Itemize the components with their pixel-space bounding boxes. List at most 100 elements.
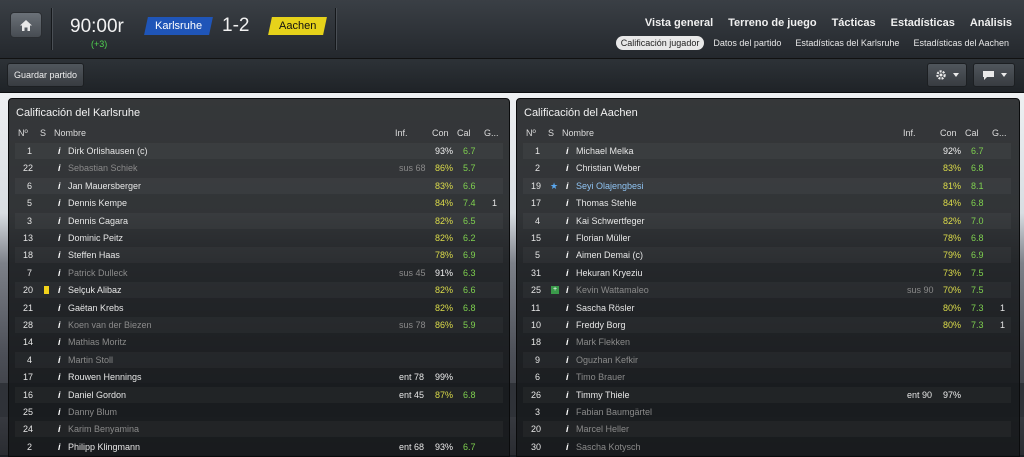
- player-row[interactable]: 2 i Christian Weber 83% 6.8: [523, 160, 1011, 176]
- player-name[interactable]: Dennis Kempe: [68, 195, 127, 211]
- player-name[interactable]: Marcel Heller: [576, 421, 629, 437]
- player-name[interactable]: Oguzhan Kefkir: [576, 352, 638, 368]
- player-name[interactable]: Thomas Stehle: [576, 195, 637, 211]
- tab-datos-del-partido[interactable]: Datos del partido: [708, 36, 786, 50]
- info-icon[interactable]: i: [566, 160, 569, 176]
- col-no[interactable]: Nº: [526, 128, 536, 138]
- player-name[interactable]: Hekuran Kryeziu: [576, 265, 643, 281]
- player-name[interactable]: Sascha Kotysch: [576, 439, 641, 455]
- player-row[interactable]: 20 i Marcel Heller: [523, 421, 1011, 437]
- info-icon[interactable]: i: [58, 143, 61, 159]
- player-row[interactable]: 31 i Hekuran Kryeziu 73% 7.5: [523, 265, 1011, 281]
- player-name[interactable]: Seyi Olajengbesi: [576, 178, 644, 194]
- player-row[interactable]: 3 i Dennis Cagara 82% 6.5: [15, 213, 503, 229]
- player-row[interactable]: 18 i Steffen Haas 78% 6.9: [15, 247, 503, 263]
- player-row[interactable]: 11 i Sascha Rösler 80% 7.3 1: [523, 300, 1011, 316]
- player-name[interactable]: Koen van der Biezen: [68, 317, 152, 333]
- info-icon[interactable]: i: [566, 178, 569, 194]
- player-name[interactable]: Michael Melka: [576, 143, 634, 159]
- player-row[interactable]: 5 i Aimen Demai (c) 79% 6.9: [523, 247, 1011, 263]
- player-row[interactable]: 1 i Michael Melka 92% 6.7: [523, 143, 1011, 159]
- player-name[interactable]: Dirk Orlishausen (c): [68, 143, 148, 159]
- info-icon[interactable]: i: [566, 317, 569, 333]
- col-cal[interactable]: Cal: [457, 128, 471, 138]
- player-row[interactable]: 18 i Mark Flekken: [523, 334, 1011, 350]
- player-row[interactable]: 15 i Florian Müller 78% 6.8: [523, 230, 1011, 246]
- player-name[interactable]: Timo Brauer: [576, 369, 625, 385]
- player-row[interactable]: 3 i Fabian Baumgärtel: [523, 404, 1011, 420]
- player-name[interactable]: Dominic Peitz: [68, 230, 123, 246]
- info-icon[interactable]: i: [58, 334, 61, 350]
- away-team-badge[interactable]: Aachen: [268, 17, 328, 35]
- col-goals[interactable]: G...: [992, 128, 1007, 138]
- nav-analisis[interactable]: Análisis: [970, 17, 1012, 29]
- col-s[interactable]: S: [40, 128, 46, 138]
- player-row[interactable]: 25 i Danny Blum: [15, 404, 503, 420]
- player-name[interactable]: Patrick Dulleck: [68, 265, 128, 281]
- col-s[interactable]: S: [548, 128, 554, 138]
- player-name[interactable]: Danny Blum: [68, 404, 117, 420]
- info-icon[interactable]: i: [58, 160, 61, 176]
- info-icon[interactable]: i: [566, 195, 569, 211]
- info-icon[interactable]: i: [566, 404, 569, 420]
- player-row[interactable]: 16 i Daniel Gordon ent 45 87% 6.8: [15, 387, 503, 403]
- player-row[interactable]: 25 + i Kevin Wattamaleo sus 90 70% 7.5: [523, 282, 1011, 298]
- info-icon[interactable]: i: [566, 352, 569, 368]
- player-row[interactable]: 4 i Martin Stoll: [15, 352, 503, 368]
- info-icon[interactable]: i: [58, 352, 61, 368]
- player-row[interactable]: 2 i Philipp Klingmann ent 68 93% 6.7: [15, 439, 503, 455]
- info-icon[interactable]: i: [58, 404, 61, 420]
- info-icon[interactable]: i: [58, 439, 61, 455]
- info-icon[interactable]: i: [566, 387, 569, 403]
- player-row[interactable]: 13 i Dominic Peitz 82% 6.2: [15, 230, 503, 246]
- player-name[interactable]: Freddy Borg: [576, 317, 626, 333]
- player-row[interactable]: 10 i Freddy Borg 80% 7.3 1: [523, 317, 1011, 333]
- player-row[interactable]: 30 i Sascha Kotysch: [523, 439, 1011, 455]
- info-icon[interactable]: i: [566, 247, 569, 263]
- col-con[interactable]: Con: [432, 128, 449, 138]
- settings-button[interactable]: [927, 63, 967, 87]
- player-row[interactable]: 17 i Rouwen Hennings ent 78 99%: [15, 369, 503, 385]
- info-icon[interactable]: i: [58, 195, 61, 211]
- player-row[interactable]: 20 i Selçuk Alibaz 82% 6.6: [15, 282, 503, 298]
- col-name[interactable]: Nombre: [54, 128, 86, 138]
- info-icon[interactable]: i: [566, 369, 569, 385]
- info-icon[interactable]: i: [566, 265, 569, 281]
- player-row[interactable]: 26 i Timmy Thiele ent 90 97%: [523, 387, 1011, 403]
- home-team-badge[interactable]: Karlsruhe: [144, 17, 213, 35]
- info-icon[interactable]: i: [58, 421, 61, 437]
- player-name[interactable]: Aimen Demai (c): [576, 247, 643, 263]
- player-row[interactable]: 17 i Thomas Stehle 84% 6.8: [523, 195, 1011, 211]
- info-icon[interactable]: i: [58, 282, 61, 298]
- info-icon[interactable]: i: [58, 387, 61, 403]
- home-button[interactable]: [10, 12, 42, 38]
- col-inf[interactable]: Inf.: [903, 128, 916, 138]
- info-icon[interactable]: i: [58, 300, 61, 316]
- player-row[interactable]: 22 i Sebastian Schiek sus 68 86% 5.7: [15, 160, 503, 176]
- tab-estadisticas-karlsruhe[interactable]: Estadísticas del Karlsruhe: [790, 36, 904, 50]
- player-name[interactable]: Sascha Rösler: [576, 300, 635, 316]
- col-goals[interactable]: G...: [484, 128, 499, 138]
- player-name[interactable]: Fabian Baumgärtel: [576, 404, 652, 420]
- col-name[interactable]: Nombre: [562, 128, 594, 138]
- info-icon[interactable]: i: [566, 421, 569, 437]
- player-row[interactable]: 4 i Kai Schwertfeger 82% 7.0: [523, 213, 1011, 229]
- chat-button[interactable]: [973, 63, 1015, 87]
- player-name[interactable]: Sebastian Schiek: [68, 160, 138, 176]
- player-name[interactable]: Gaëtan Krebs: [68, 300, 124, 316]
- col-no[interactable]: Nº: [18, 128, 28, 138]
- nav-tacticas[interactable]: Tácticas: [832, 17, 876, 29]
- player-name[interactable]: Florian Müller: [576, 230, 631, 246]
- player-row[interactable]: 28 i Koen van der Biezen sus 78 86% 5.9: [15, 317, 503, 333]
- player-row[interactable]: 7 i Patrick Dulleck sus 45 91% 6.3: [15, 265, 503, 281]
- save-match-button[interactable]: Guardar partido: [7, 63, 85, 87]
- col-inf[interactable]: Inf.: [395, 128, 408, 138]
- tab-estadisticas-aachen[interactable]: Estadísticas del Aachen: [908, 36, 1014, 50]
- info-icon[interactable]: i: [566, 439, 569, 455]
- player-name[interactable]: Dennis Cagara: [68, 213, 128, 229]
- info-icon[interactable]: i: [566, 230, 569, 246]
- info-icon[interactable]: i: [58, 265, 61, 281]
- player-row[interactable]: 14 i Mathias Moritz: [15, 334, 503, 350]
- player-row[interactable]: 1 i Dirk Orlishausen (c) 93% 6.7: [15, 143, 503, 159]
- info-icon[interactable]: i: [58, 369, 61, 385]
